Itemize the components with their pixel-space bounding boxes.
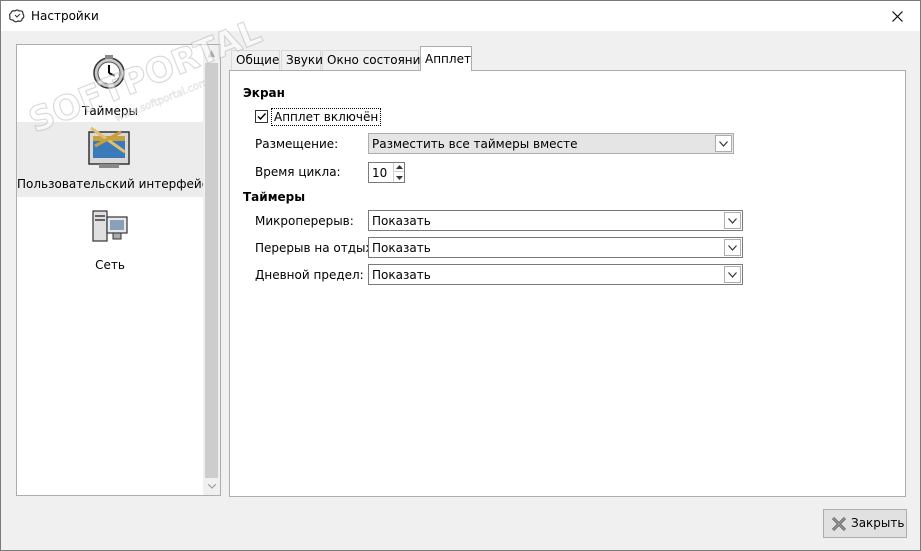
vertical-scrollbar[interactable]: ▲ <box>203 45 220 495</box>
checkmark-icon <box>257 113 267 121</box>
micro-break-select[interactable]: Показать <box>368 210 743 231</box>
tab-status-window[interactable]: Окно состояния <box>322 50 428 71</box>
sidebar-item-label: Пользовательский интерфейс <box>17 177 209 191</box>
micro-break-label: Микроперерыв: <box>255 214 354 228</box>
sidebar-item-user-interface[interactable]: Пользовательский интерфейс <box>17 122 209 197</box>
screen-section-title: Экран <box>243 86 285 100</box>
rest-break-select[interactable]: Показать <box>368 237 743 258</box>
placement-select[interactable]: Разместить все таймеры вместе <box>368 133 734 154</box>
title-bar: Настройки <box>1 1 920 31</box>
sidebar-item-network[interactable]: Сеть <box>17 203 203 278</box>
scroll-thumb[interactable] <box>205 63 218 478</box>
sidebar-item-timers[interactable]: Таймеры <box>17 49 203 124</box>
settings-window: Настройки Таймеры Пользовательский интер… <box>0 0 921 551</box>
chevron-down-icon[interactable] <box>724 239 741 256</box>
applet-enabled-checkbox[interactable] <box>255 110 268 123</box>
spin-down-icon[interactable] <box>394 173 404 182</box>
user-interface-icon <box>88 126 130 168</box>
app-icon <box>9 9 25 23</box>
spin-up-icon[interactable] <box>394 163 404 172</box>
sidebar-item-label: Таймеры <box>81 104 138 118</box>
chevron-down-icon[interactable] <box>724 266 741 283</box>
cycle-time-value[interactable]: 10 <box>372 166 387 180</box>
tab-general[interactable]: Общие <box>231 50 280 71</box>
cycle-time-spinbox[interactable]: 10 <box>368 162 405 183</box>
close-button[interactable]: Закрыть <box>823 509 907 538</box>
network-icon <box>92 210 128 242</box>
daily-limit-label: Дневной предел: <box>255 268 364 282</box>
placement-label: Размещение: <box>255 137 339 151</box>
chevron-down-icon[interactable] <box>715 135 732 152</box>
cycle-time-label: Время цикла: <box>255 165 341 179</box>
daily-limit-select[interactable]: Показать <box>368 264 743 285</box>
scroll-down-arrow-icon[interactable] <box>203 478 220 495</box>
tab-applet[interactable]: Апплет <box>420 46 472 71</box>
scroll-up-arrow-icon[interactable]: ▲ <box>203 45 220 62</box>
window-close-button[interactable] <box>874 1 920 31</box>
placement-value: Разместить все таймеры вместе <box>372 137 578 151</box>
sidebar-item-label: Сеть <box>95 258 125 272</box>
rest-break-label: Перерыв на отдых: <box>255 241 377 255</box>
category-list[interactable]: Таймеры Пользовательский интерфейс Сеть … <box>16 44 221 496</box>
timers-icon <box>93 55 125 89</box>
window-title: Настройки <box>31 9 99 23</box>
rest-break-value: Показать <box>372 241 431 255</box>
daily-limit-value: Показать <box>372 268 431 282</box>
spin-arrows <box>393 163 404 182</box>
micro-break-value: Показать <box>372 214 431 228</box>
close-icon <box>891 10 903 22</box>
applet-enabled-label[interactable]: Апплет включён <box>271 108 382 126</box>
timers-section-title: Таймеры <box>243 190 306 204</box>
tab-sounds[interactable]: Звуки <box>281 50 323 71</box>
close-x-icon <box>831 516 847 532</box>
close-button-label: Закрыть <box>851 516 905 530</box>
chevron-down-icon[interactable] <box>724 212 741 229</box>
